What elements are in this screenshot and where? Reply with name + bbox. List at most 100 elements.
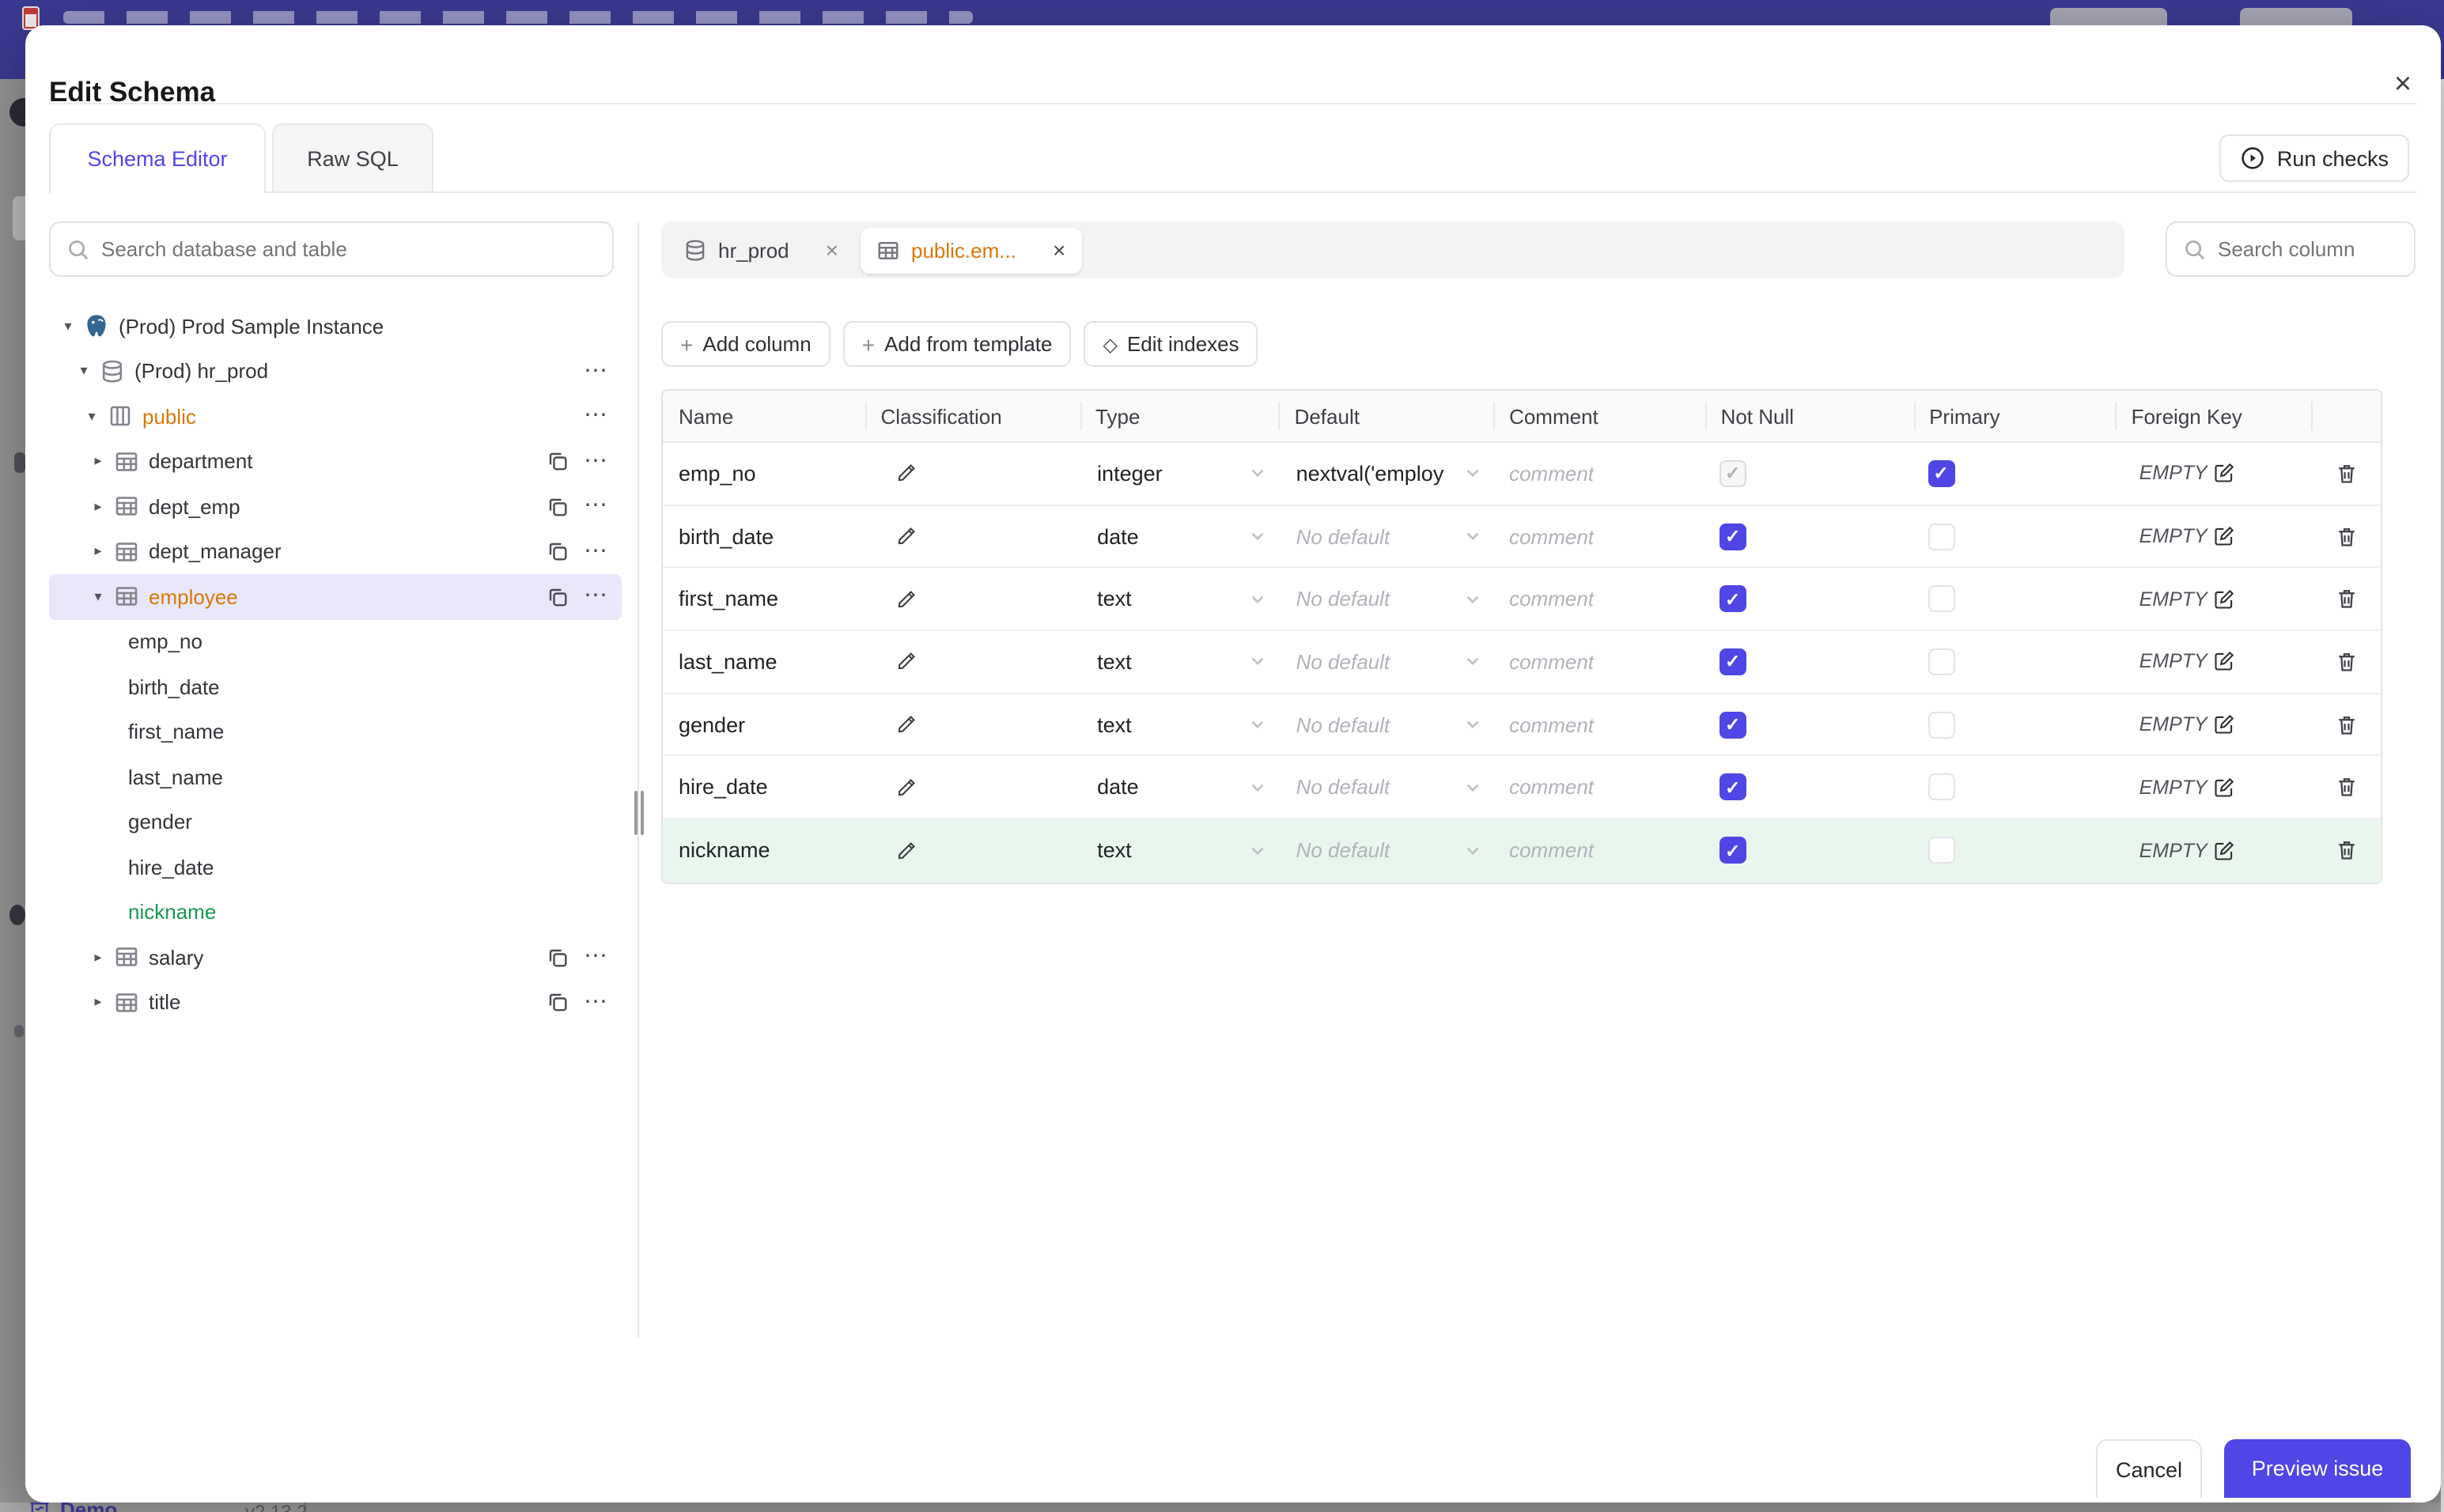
- caret-right-icon[interactable]: ▸: [89, 498, 108, 516]
- tree-item-prod-hr-prod[interactable]: ▾ (Prod) hr_prod ⋯: [49, 349, 622, 394]
- more-options-icon[interactable]: ⋯: [584, 449, 609, 473]
- caret-down-icon[interactable]: ▾: [82, 408, 101, 425]
- column-name-cell[interactable]: nickname: [663, 819, 865, 882]
- database-search-input[interactable]: [101, 223, 600, 275]
- edit-icon[interactable]: [2214, 777, 2236, 799]
- type-select[interactable]: integer: [1080, 443, 1279, 504]
- caret-right-icon[interactable]: ▸: [89, 543, 108, 561]
- default-select[interactable]: No default: [1279, 757, 1494, 818]
- comment-input[interactable]: comment: [1493, 505, 1705, 566]
- edit-icon[interactable]: [2214, 463, 2236, 485]
- tree-column-first-name[interactable]: first_name: [49, 709, 622, 754]
- add-column-button[interactable]: + Add column: [661, 321, 830, 367]
- more-options-icon[interactable]: ⋯: [584, 945, 609, 969]
- trash-icon[interactable]: [2334, 776, 2358, 799]
- pencil-icon[interactable]: [895, 777, 917, 799]
- trash-icon[interactable]: [2334, 587, 2358, 610]
- not-null-checkbox[interactable]: ✓: [1719, 648, 1746, 675]
- edit-icon[interactable]: [2214, 651, 2236, 673]
- more-options-icon[interactable]: ⋯: [584, 990, 609, 1014]
- pencil-icon[interactable]: [895, 840, 917, 862]
- column-name-cell[interactable]: birth_date: [663, 505, 865, 566]
- more-options-icon[interactable]: ⋯: [584, 494, 609, 518]
- trash-icon[interactable]: [2334, 524, 2358, 548]
- caret-right-icon[interactable]: ▸: [89, 453, 108, 471]
- not-null-checkbox[interactable]: ✓: [1719, 585, 1746, 613]
- column-name-cell[interactable]: first_name: [663, 569, 865, 629]
- comment-input[interactable]: comment: [1493, 631, 1705, 692]
- default-select[interactable]: No default: [1279, 569, 1494, 629]
- tree-item-prod-prod-sample-instance[interactable]: ▾ (Prod) Prod Sample Instance: [49, 304, 622, 349]
- tree-item-employee[interactable]: ▾ employee ⋯: [49, 574, 622, 619]
- caret-down-icon[interactable]: ▾: [89, 588, 108, 606]
- pencil-icon[interactable]: [895, 525, 917, 547]
- copy-icon[interactable]: [546, 495, 569, 519]
- column-name-cell[interactable]: hire_date: [663, 757, 865, 818]
- caret-right-icon[interactable]: ▸: [89, 994, 108, 1011]
- tree-column-nickname[interactable]: nickname: [49, 890, 622, 935]
- run-checks-button[interactable]: Run checks: [2219, 134, 2409, 182]
- caret-right-icon[interactable]: ▸: [89, 949, 108, 966]
- preview-issue-button[interactable]: Preview issue: [2224, 1439, 2411, 1498]
- edit-indexes-button[interactable]: ◇ Edit indexes: [1084, 321, 1258, 367]
- column-name-cell[interactable]: gender: [663, 694, 865, 755]
- copy-icon[interactable]: [546, 585, 569, 609]
- type-select[interactable]: text: [1080, 569, 1279, 629]
- copy-icon[interactable]: [546, 946, 569, 970]
- tree-column-last-name[interactable]: last_name: [49, 754, 622, 799]
- editor-tab-public-em[interactable]: public.em... ×: [861, 227, 1082, 273]
- type-select[interactable]: date: [1080, 757, 1279, 818]
- comment-input[interactable]: comment: [1493, 757, 1705, 818]
- tree-item-dept-emp[interactable]: ▸ dept_emp ⋯: [49, 484, 622, 529]
- default-select[interactable]: nextval('employ: [1279, 443, 1494, 504]
- tree-item-dept-manager[interactable]: ▸ dept_manager ⋯: [49, 529, 622, 574]
- comment-input[interactable]: comment: [1493, 694, 1705, 755]
- primary-checkbox[interactable]: [1928, 711, 1955, 739]
- type-select[interactable]: text: [1080, 694, 1279, 755]
- column-name-cell[interactable]: emp_no: [663, 443, 865, 504]
- tab-schema-editor[interactable]: Schema Editor: [49, 123, 266, 195]
- edit-icon[interactable]: [2214, 588, 2236, 610]
- cancel-button[interactable]: Cancel: [2096, 1439, 2202, 1498]
- type-select[interactable]: date: [1080, 505, 1279, 566]
- comment-input[interactable]: comment: [1493, 569, 1705, 629]
- column-name-cell[interactable]: last_name: [663, 631, 865, 692]
- primary-checkbox[interactable]: [1928, 837, 1955, 864]
- copy-icon[interactable]: [546, 991, 569, 1015]
- not-null-checkbox[interactable]: ✓: [1719, 523, 1746, 550]
- tree-item-salary[interactable]: ▸ salary ⋯: [49, 935, 622, 980]
- caret-down-icon[interactable]: ▾: [59, 318, 78, 335]
- pencil-icon[interactable]: [895, 651, 917, 673]
- pencil-icon[interactable]: [895, 588, 917, 610]
- more-options-icon[interactable]: ⋯: [584, 539, 609, 563]
- edit-icon[interactable]: [2214, 713, 2236, 735]
- type-select[interactable]: text: [1080, 819, 1279, 882]
- pencil-icon[interactable]: [895, 463, 917, 485]
- default-select[interactable]: No default: [1279, 819, 1494, 882]
- trash-icon[interactable]: [2334, 713, 2358, 736]
- default-select[interactable]: No default: [1279, 505, 1494, 566]
- more-options-icon[interactable]: ⋯: [584, 404, 609, 428]
- trash-icon[interactable]: [2334, 462, 2358, 486]
- copy-icon[interactable]: [546, 450, 569, 474]
- trash-icon[interactable]: [2334, 839, 2358, 863]
- tree-item-title[interactable]: ▸ title ⋯: [49, 980, 622, 1025]
- edit-icon[interactable]: [2214, 525, 2236, 547]
- tree-column-gender[interactable]: gender: [49, 799, 622, 845]
- tree-item-public[interactable]: ▾ public ⋯: [49, 394, 622, 439]
- primary-checkbox[interactable]: ✓: [1928, 459, 1955, 487]
- close-icon[interactable]: ×: [826, 237, 838, 263]
- primary-checkbox[interactable]: [1928, 648, 1955, 675]
- not-null-checkbox[interactable]: ✓: [1719, 837, 1746, 864]
- more-options-icon[interactable]: ⋯: [584, 359, 609, 383]
- column-search-input[interactable]: [2218, 223, 2401, 275]
- panel-resizer[interactable]: [634, 221, 643, 1338]
- more-options-icon[interactable]: ⋯: [584, 584, 609, 608]
- close-icon[interactable]: ×: [2384, 66, 2422, 104]
- editor-tab-hr-prod[interactable]: hr_prod ×: [668, 227, 854, 273]
- default-select[interactable]: No default: [1279, 631, 1494, 692]
- tree-item-department[interactable]: ▸ department ⋯: [49, 439, 622, 484]
- pencil-icon[interactable]: [895, 713, 917, 735]
- tree-column-emp-no[interactable]: emp_no: [49, 619, 622, 664]
- comment-input[interactable]: comment: [1493, 443, 1705, 504]
